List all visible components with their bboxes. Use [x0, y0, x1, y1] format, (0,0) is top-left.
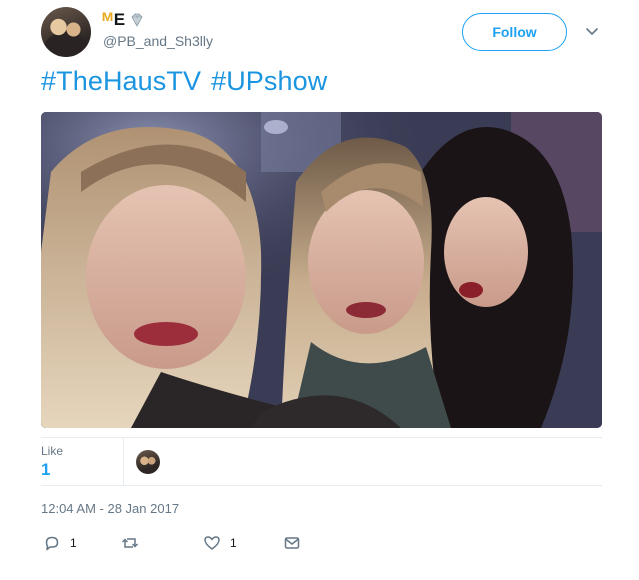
chevron-down-icon[interactable]	[585, 26, 599, 38]
name-e-glyph: E	[113, 10, 126, 29]
gem-icon	[131, 13, 143, 27]
tweet-photo[interactable]	[41, 112, 602, 428]
like-count: 1	[230, 536, 237, 550]
liker-avatar[interactable]	[136, 450, 160, 474]
stats-divider	[41, 485, 602, 486]
like-button[interactable]: 1	[203, 533, 237, 553]
retweet-icon	[121, 538, 139, 548]
tweet-text: #TheHausTV #UPshow	[41, 66, 337, 97]
photo-illustration	[41, 112, 602, 428]
user-handle[interactable]: @PB_and_Sh3lly	[103, 33, 213, 49]
likes-count[interactable]: 1	[41, 460, 50, 480]
tweet-card: ᴹ E @PB_and_Sh3lly Follow #TheHausTV #UPs…	[0, 0, 639, 580]
tweet-timestamp[interactable]: 12:04 AM - 28 Jan 2017	[41, 501, 179, 516]
hashtag-link[interactable]: #UPshow	[211, 66, 327, 96]
follow-button[interactable]: Follow	[462, 13, 567, 51]
heart-icon	[204, 536, 220, 550]
name-m-glyph: ᴹ	[102, 10, 113, 29]
user-display-name[interactable]: ᴹ E	[102, 9, 145, 31]
reply-button[interactable]: 1	[43, 533, 77, 553]
hashtag-link[interactable]: #TheHausTV	[41, 66, 201, 96]
likes-label[interactable]: Like	[41, 444, 63, 458]
retweet-button[interactable]	[121, 533, 139, 553]
envelope-icon	[284, 537, 300, 549]
reply-count: 1	[70, 536, 77, 550]
reply-icon	[45, 536, 59, 551]
stats-separator	[123, 437, 124, 485]
user-avatar[interactable]	[41, 7, 91, 57]
direct-message-button[interactable]	[283, 533, 301, 553]
stats-divider	[41, 437, 602, 438]
